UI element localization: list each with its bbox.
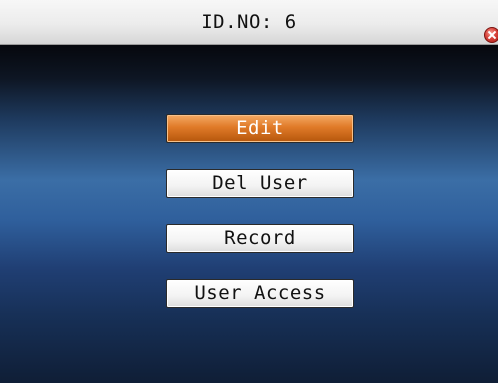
- page-title: ID.NO: 6: [201, 11, 297, 33]
- close-icon[interactable]: [484, 27, 498, 43]
- menu-panel: [0, 45, 498, 383]
- del-user-button[interactable]: Del User: [166, 169, 354, 198]
- user-access-button[interactable]: User Access: [166, 279, 354, 308]
- record-button[interactable]: Record: [166, 224, 354, 253]
- edit-button[interactable]: Edit: [166, 114, 354, 143]
- user-menu-screen: ID.NO: 6 Edit Del User Record User Acces…: [0, 0, 498, 383]
- title-bar: ID.NO: 6: [0, 0, 498, 45]
